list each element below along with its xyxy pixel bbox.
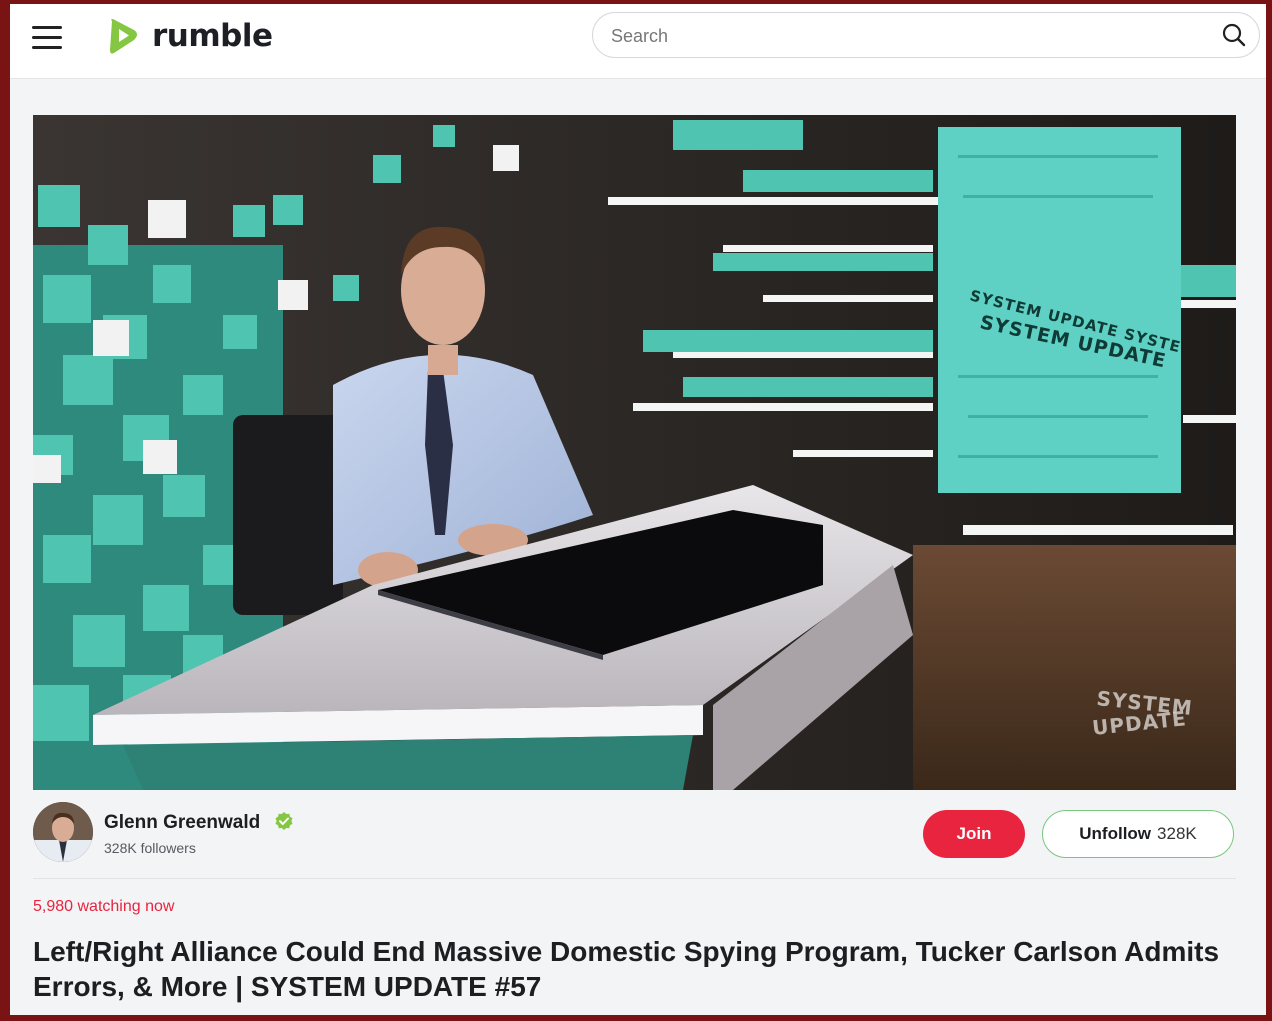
browser-frame: rumble Search SYSTEM UPDATE SYSTE SYSTEM… [10,4,1266,1015]
video-thumbnail: SYSTEM UPDATE SYSTE SYSTEM UPDATE SYSTEM… [33,115,1236,790]
unfollow-count: 328K [1157,824,1197,843]
avatar[interactable] [33,802,93,862]
avatar-image [33,802,93,862]
site-header: rumble [10,4,1266,79]
channel-bar: Glenn Greenwald 328K followers Join Unfo… [33,802,1236,879]
unfollow-button[interactable]: Unfollow 328K [1042,810,1234,858]
search-bar [592,12,1260,59]
channel-name[interactable]: Glenn Greenwald [104,812,260,834]
search-input[interactable] [609,13,1193,59]
unfollow-label: Unfollow [1079,824,1152,843]
hamburger-menu-icon[interactable] [32,24,64,50]
follower-count: 328K followers [104,840,196,856]
join-button[interactable]: Join [923,810,1025,858]
search-icon[interactable] [1221,22,1247,48]
rumble-play-icon [110,19,137,54]
rumble-logo[interactable]: rumble [104,16,273,56]
verified-badge-icon [275,812,293,830]
video-title: Left/Right Alliance Could End Massive Do… [33,936,1220,1002]
live-viewer-count: 5,980 watching now [33,898,175,915]
video-player[interactable]: SYSTEM UPDATE SYSTE SYSTEM UPDATE SYSTEM… [33,115,1236,790]
logo-text: rumble [152,18,273,54]
